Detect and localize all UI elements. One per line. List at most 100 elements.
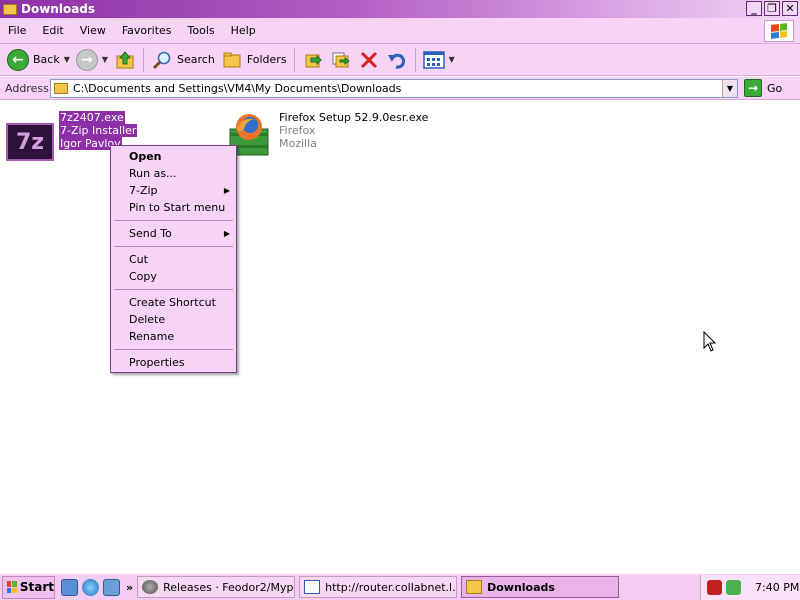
menu-separator xyxy=(114,349,233,350)
maximize-button[interactable]: ❐ xyxy=(764,1,780,16)
mouse-cursor-icon xyxy=(703,331,717,352)
file-description: 7-Zip Installer xyxy=(59,124,138,137)
ie-icon xyxy=(304,580,321,594)
copy-to-button[interactable] xyxy=(327,46,355,74)
menu-separator xyxy=(114,289,233,290)
task-releases[interactable]: Releases · Feodor2/Myp... xyxy=(137,576,296,598)
toolbar-separator xyxy=(293,47,295,72)
context-run-as[interactable]: Run as... xyxy=(111,165,236,182)
menu-separator xyxy=(114,246,233,247)
search-icon xyxy=(151,49,173,71)
task-label: http://router.collabnet.l... xyxy=(325,580,458,594)
file-name: 7z2407.exe xyxy=(59,111,125,124)
folders-icon xyxy=(221,49,243,71)
chevron-down-icon[interactable]: ▼ xyxy=(449,55,455,64)
undo-button[interactable] xyxy=(383,46,411,74)
task-downloads[interactable]: Downloads xyxy=(461,576,620,598)
move-to-icon xyxy=(302,49,324,71)
window-title: Downloads xyxy=(21,2,96,16)
windows-logo-icon xyxy=(7,581,17,593)
windows-logo-icon xyxy=(764,20,794,42)
delete-x-icon xyxy=(358,49,380,71)
start-button[interactable]: Start xyxy=(2,575,55,599)
context-open[interactable]: Open xyxy=(111,148,236,165)
context-cut[interactable]: Cut xyxy=(111,251,236,268)
close-button[interactable]: ✕ xyxy=(782,1,798,16)
views-grid-icon xyxy=(422,49,445,71)
toolbar-separator xyxy=(143,47,145,72)
chevron-down-icon[interactable]: ▼ xyxy=(64,55,70,64)
context-send-to-label: Send To xyxy=(129,227,172,240)
menu-bar: File Edit View Favorites Tools Help xyxy=(0,18,800,44)
file-item-firefox-setup[interactable]: Firefox Setup 52.9.0esr.exe Firefox Mozi… xyxy=(226,111,428,159)
menu-separator xyxy=(114,220,233,221)
minimize-button[interactable]: _ xyxy=(746,1,762,16)
delete-button[interactable] xyxy=(355,46,383,74)
network-icon[interactable] xyxy=(726,580,741,595)
menu-favorites[interactable]: Favorites xyxy=(114,24,180,37)
system-tray: 7:40 PM xyxy=(700,575,800,600)
folders-button[interactable]: Folders xyxy=(218,46,290,74)
back-label: Back xyxy=(33,53,60,66)
start-label: Start xyxy=(19,580,54,594)
task-label: Downloads xyxy=(487,580,555,594)
context-menu: Open Run as... 7-Zip ▶ Pin to Start menu … xyxy=(110,145,237,373)
menu-view[interactable]: View xyxy=(72,24,114,37)
show-desktop-icon[interactable] xyxy=(61,578,78,596)
chevron-down-icon[interactable]: ▼ xyxy=(102,55,108,64)
address-dropdown-button[interactable]: ▼ xyxy=(722,80,737,97)
context-send-to[interactable]: Send To ▶ xyxy=(111,225,236,242)
task-label: Releases · Feodor2/Myp... xyxy=(163,580,296,594)
go-arrow-icon: → xyxy=(744,79,762,97)
ie-icon[interactable] xyxy=(82,578,99,596)
submenu-arrow-icon: ▶ xyxy=(223,186,230,195)
context-copy[interactable]: Copy xyxy=(111,268,236,285)
address-input[interactable]: C:\Documents and Settings\VM4\My Documen… xyxy=(50,79,738,98)
copy-to-icon xyxy=(330,49,352,71)
search-button[interactable]: Search xyxy=(148,46,218,74)
shield-icon[interactable] xyxy=(707,580,722,595)
context-create-shortcut[interactable]: Create Shortcut xyxy=(111,294,236,311)
folder-up-icon xyxy=(114,49,136,71)
move-to-button[interactable] xyxy=(299,46,327,74)
menu-edit[interactable]: Edit xyxy=(34,24,71,37)
back-button[interactable]: ← Back ▼ xyxy=(4,46,73,74)
folders-label: Folders xyxy=(246,53,287,66)
context-pin-start[interactable]: Pin to Start menu xyxy=(111,199,236,216)
toolbar: ← Back ▼ → ▼ Search Folders ▼ xyxy=(0,44,800,76)
clock[interactable]: 7:40 PM xyxy=(755,581,799,594)
context-7zip-label: 7-Zip xyxy=(129,184,158,197)
context-7zip[interactable]: 7-Zip ▶ xyxy=(111,182,236,199)
title-bar[interactable]: Downloads _ ❐ ✕ xyxy=(0,0,800,18)
media-icon[interactable] xyxy=(103,578,120,596)
quick-launch: » xyxy=(61,578,133,596)
submenu-arrow-icon: ▶ xyxy=(223,229,230,238)
context-properties[interactable]: Properties xyxy=(111,354,236,371)
folder-icon xyxy=(3,3,17,15)
menu-help[interactable]: Help xyxy=(223,24,264,37)
context-delete[interactable]: Delete xyxy=(111,311,236,328)
go-button[interactable]: → Go xyxy=(744,79,782,97)
7zip-icon: 7z xyxy=(6,123,54,161)
context-rename[interactable]: Rename xyxy=(111,328,236,345)
undo-icon xyxy=(386,49,408,71)
taskbar: Start » Releases · Feodor2/Myp... http:/… xyxy=(0,573,800,600)
go-label: Go xyxy=(767,81,783,95)
toolbar-separator xyxy=(414,47,416,72)
address-label: Address xyxy=(5,81,49,95)
address-bar: Address C:\Documents and Settings\VM4\My… xyxy=(0,77,800,100)
task-router[interactable]: http://router.collabnet.l... xyxy=(299,576,458,598)
up-button[interactable] xyxy=(111,46,139,74)
menu-tools[interactable]: Tools xyxy=(180,24,223,37)
file-description: Firefox xyxy=(279,124,316,137)
forward-button[interactable]: → ▼ xyxy=(73,46,111,74)
address-value: C:\Documents and Settings\VM4\My Documen… xyxy=(73,82,402,95)
folder-icon xyxy=(466,580,483,594)
forward-arrow-icon: → xyxy=(75,48,98,71)
menu-file[interactable]: File xyxy=(0,24,34,37)
search-label: Search xyxy=(177,53,215,66)
quicklaunch-more-icon[interactable]: » xyxy=(126,581,133,594)
back-arrow-icon: ← xyxy=(7,48,29,71)
views-button[interactable]: ▼ xyxy=(420,46,458,74)
browser-icon xyxy=(142,580,159,594)
